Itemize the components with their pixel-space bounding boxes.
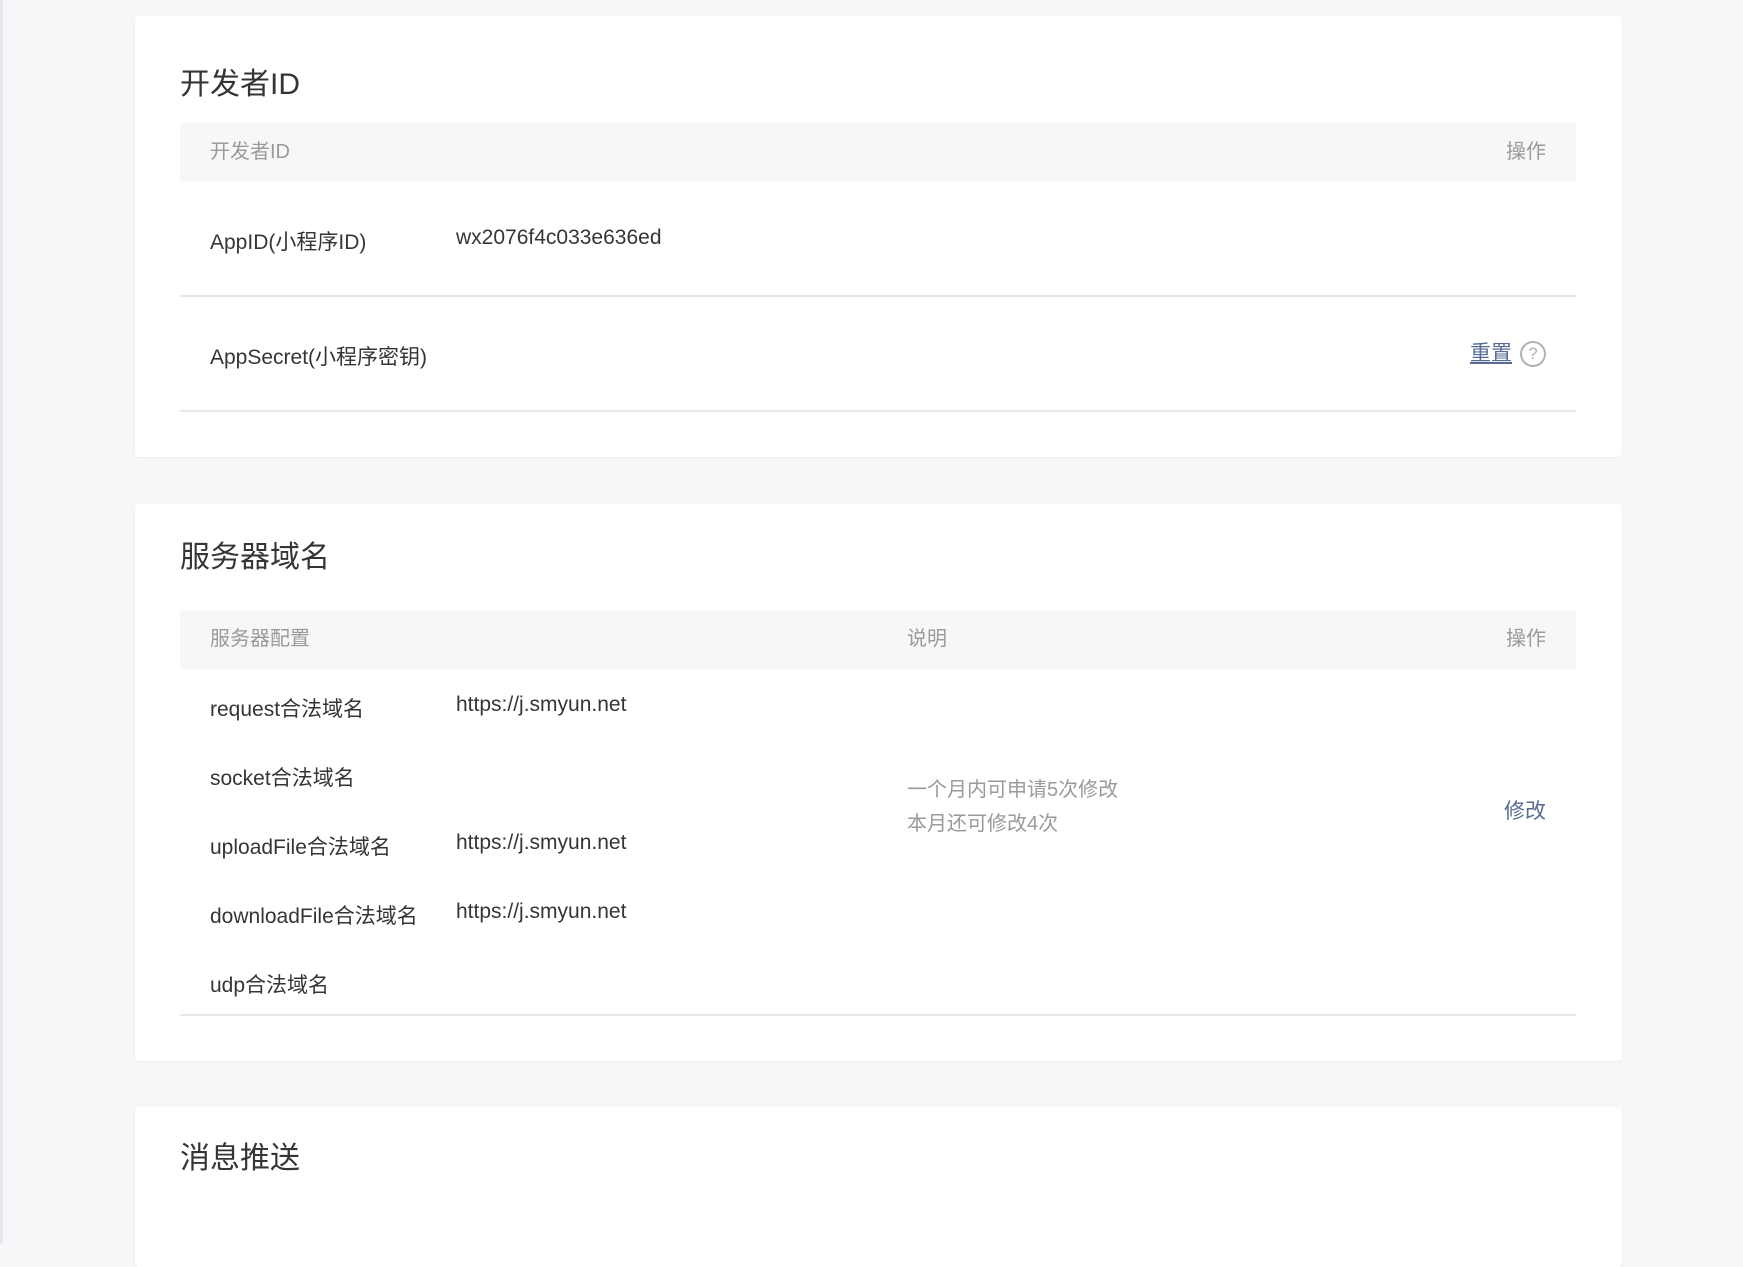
help-icon[interactable]: ?: [1520, 341, 1546, 368]
page-edge: [0, 0, 3, 1244]
table-header: 开发者ID 操作: [180, 123, 1576, 182]
server-domain-table: 服务器配置 说明 操作 request合法域名 https://j.smyun.…: [180, 610, 1576, 1016]
section-title: 服务器域名: [180, 541, 330, 574]
header-server-config: 服务器配置: [210, 628, 310, 650]
reset-button[interactable]: 重置: [1470, 342, 1512, 365]
server-domain-card: 服务器域名 服务器配置 说明 操作 request合法域名 https://j.…: [135, 504, 1622, 1061]
appid-value: wx2076f4c033e636ed: [456, 226, 662, 249]
socket-domain-label: socket合法域名: [210, 767, 355, 790]
request-domain-value: https://j.smyun.net: [456, 693, 627, 716]
downloadfile-domain-value: https://j.smyun.net: [456, 900, 627, 923]
developer-id-card: 开发者ID 开发者ID 操作 AppID(小程序ID) wx2076f4c033…: [135, 16, 1622, 457]
header-description: 说明: [907, 628, 947, 650]
appsecret-label: AppSecret(小程序密钥): [210, 346, 428, 369]
remaining-modify-text: 本月还可修改4次: [907, 813, 1059, 835]
uploadfile-domain-label: uploadFile合法域名: [210, 836, 391, 859]
message-push-card: 消息推送: [135, 1107, 1622, 1267]
modify-button[interactable]: 修改: [1504, 795, 1546, 825]
header-action: 操作: [1506, 141, 1546, 163]
header-action: 操作: [1506, 628, 1546, 650]
header-developer-id: 开发者ID: [210, 141, 290, 163]
section-title: 开发者ID: [180, 68, 300, 101]
appsecret-actions: 重置?: [1470, 337, 1546, 368]
table-header: 服务器配置 说明 操作: [180, 610, 1576, 669]
appid-label: AppID(小程序ID): [210, 231, 367, 254]
table-row-appid: AppID(小程序ID) wx2076f4c033e636ed: [180, 182, 1576, 297]
section-title: 消息推送: [180, 1142, 300, 1175]
table-row-appsecret: AppSecret(小程序密钥) 重置?: [180, 297, 1576, 412]
developer-id-table: 开发者ID 操作 AppID(小程序ID) wx2076f4c033e636ed…: [180, 123, 1576, 412]
request-domain-label: request合法域名: [210, 698, 365, 721]
downloadfile-domain-label: downloadFile合法域名: [210, 905, 418, 928]
uploadfile-domain-value: https://j.smyun.net: [456, 831, 627, 854]
table-row-domains: request合法域名 https://j.smyun.net socket合法…: [180, 669, 1576, 1016]
modify-limit-text: 一个月内可申请5次修改: [907, 779, 1119, 801]
udp-domain-label: udp合法域名: [210, 974, 330, 997]
